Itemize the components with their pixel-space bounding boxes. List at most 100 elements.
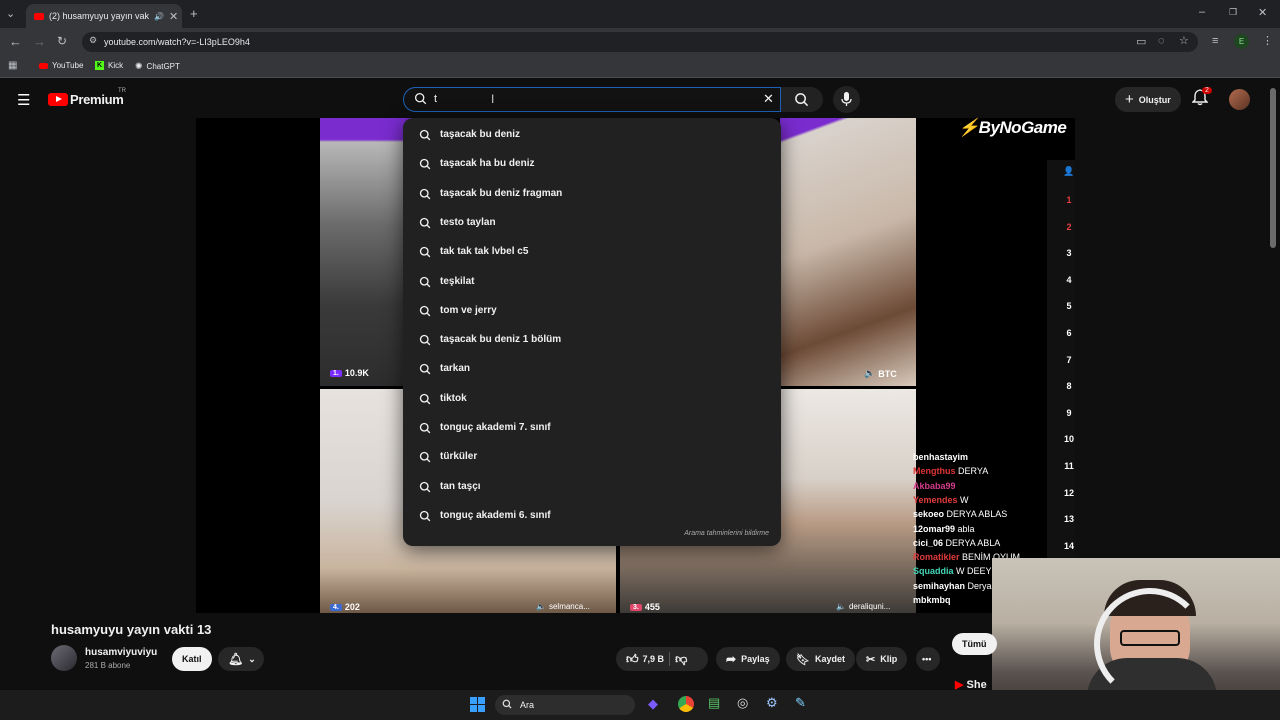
address-bar[interactable]: ⚙ youtube.com/watch?v=-LI3pLEO9h4 ▭ ◌ ☆ (82, 32, 1198, 52)
create-button[interactable]: + Oluştur (1115, 87, 1181, 112)
rank-number: 4 (1066, 274, 1072, 285)
steam-icon[interactable]: ⚙ (766, 695, 778, 711)
voice-search-button[interactable] (833, 86, 860, 113)
join-button[interactable]: Katıl (172, 647, 212, 671)
cast-icon[interactable]: ▭ (1136, 35, 1146, 48)
obs-icon[interactable]: ◎ (737, 695, 748, 711)
chat-text: abla (957, 523, 975, 534)
windows-start-icon[interactable] (470, 697, 485, 712)
rank-number: 5 (1066, 301, 1072, 312)
profile-avatar[interactable]: E (1234, 34, 1249, 49)
channel-avatar[interactable] (51, 645, 77, 671)
cam3-name-badge: 🔈 selmanca... (536, 602, 590, 611)
clear-search-icon[interactable]: ✕ (763, 91, 774, 107)
browser-tab[interactable]: (2) husamyuyu yayın vakti 1 🔊 ✕ (26, 4, 182, 28)
tab-close-icon[interactable]: ✕ (169, 10, 178, 23)
clip-button[interactable]: ✂ Klip (856, 647, 908, 671)
reading-list-icon[interactable]: ≡ (1212, 35, 1218, 47)
suggestion-text: tiktok (440, 392, 467, 404)
tab-search-icon[interactable]: ⌄ (6, 7, 15, 20)
cam1-viewer-badge: 1. 10.9K (330, 368, 369, 378)
chat-username: Squaddia (913, 566, 954, 577)
window-close-icon[interactable]: ✕ (1258, 6, 1267, 19)
suggestion-item[interactable]: taşacak bu deniz fragman (403, 179, 781, 208)
file-app-icon[interactable]: ▤ (708, 695, 720, 711)
suggestion-text: tak tak tak lvbel c5 (440, 246, 529, 258)
chat-message: mbkmbq (913, 595, 951, 605)
taskbar-search-icon (502, 699, 512, 711)
chat-username: cici_06 (913, 537, 944, 548)
search-button[interactable] (781, 87, 823, 112)
reload-icon[interactable]: ↻ (57, 34, 67, 48)
search-icon (419, 276, 431, 291)
bookmark-star-icon[interactable]: ☆ (1179, 34, 1189, 47)
cam3-rank: 4. (330, 603, 342, 611)
rank-number: 8 (1066, 381, 1072, 392)
chip-all[interactable]: Tümü (952, 633, 997, 655)
bookmark-kick[interactable]: K Kick (95, 61, 123, 70)
share-button[interactable]: ➦ Paylaş (716, 647, 780, 671)
chrome-taskbar-icon[interactable] (678, 696, 694, 712)
more-actions-button[interactable]: ••• (916, 647, 940, 671)
bynogame-overlay: ⚡ByNoGame (958, 118, 1067, 138)
bookmark-youtube[interactable]: YouTube (39, 61, 83, 70)
thumbs-down-icon[interactable]: 👎︎ (675, 652, 687, 667)
copilot-icon[interactable]: ◆ (648, 696, 658, 712)
suggestion-item[interactable]: tan taşçı (403, 472, 781, 501)
windows-taskbar: Ara ◆ ▤ ◎ ⚙ ✎ (0, 690, 1280, 720)
chevron-down-icon: ⌄ (248, 653, 256, 664)
chat-message: semihayhan Derya (913, 581, 992, 591)
video-title: husamyuyu yayın vakti 13 (51, 622, 212, 637)
suggestion-item[interactable]: taşacak bu deniz (403, 120, 781, 149)
speaker-icon[interactable]: 🔊 (154, 12, 164, 21)
account-avatar[interactable] (1229, 89, 1250, 110)
bookmark-label: ChatGPT (146, 62, 180, 71)
search-suggestions-dropdown: taşacak bu deniz taşacak ha bu deniz taşac… (403, 118, 781, 546)
bookmark-label: YouTube (52, 61, 84, 70)
search-icon (419, 217, 431, 232)
search-input[interactable]: t (434, 93, 437, 105)
chat-message: 12omar99 abla (913, 524, 975, 534)
channel-name[interactable]: husamviyuviyu (85, 647, 157, 658)
volume-icon: 🔈 (836, 602, 846, 611)
taskbar-search-label: Ara (520, 700, 535, 710)
new-tab-icon[interactable]: + (190, 6, 198, 21)
minimize-icon[interactable]: – (1199, 6, 1205, 18)
chat-message: benhastayim (913, 452, 968, 462)
apps-grid-icon[interactable]: ▦ (8, 60, 17, 71)
suggestion-item[interactable]: tarkan (403, 354, 781, 383)
suggestion-item[interactable]: tonguç akademi 6. sınıf (403, 501, 781, 530)
search-box[interactable]: t I ✕ (403, 87, 781, 112)
suggestion-item[interactable]: tak tak tak lvbel c5 (403, 237, 781, 266)
page-scrollbar[interactable] (1270, 88, 1276, 248)
back-icon[interactable]: ← (9, 34, 22, 49)
subscribe-notification-button[interactable]: 🔔︎ ⌄ (218, 647, 264, 671)
suggestion-item[interactable]: türküler (403, 442, 781, 471)
hamburger-menu-icon[interactable]: ☰ (17, 91, 30, 109)
suggestion-item[interactable]: taşacak bu deniz 1 bölüm (403, 325, 781, 354)
chrome-menu-icon[interactable]: ⋮ (1262, 34, 1273, 47)
bynogame-logo-icon: ⚡ (958, 118, 979, 137)
forward-icon[interactable]: → (33, 34, 46, 49)
app-icon[interactable]: ✎ (795, 695, 806, 711)
suggestion-item[interactable]: teşkilat (403, 267, 781, 296)
suggestion-item[interactable]: taşacak ha bu deniz (403, 149, 781, 178)
suggestion-item[interactable]: testo taylan (403, 208, 781, 237)
suggestion-item[interactable]: tom ve jerry (403, 296, 781, 325)
like-button[interactable]: 👍︎ 7,9 B (626, 652, 664, 667)
youtube-premium-logo[interactable]: Premium TR (48, 88, 138, 112)
share-icon: ➦ (726, 652, 737, 666)
suggestion-item[interactable]: tonguç akademi 7. sınıf (403, 413, 781, 442)
save-button[interactable]: 🔖︎ Kaydet (786, 647, 855, 671)
bookmark-chatgpt[interactable]: ✺ ChatGPT (135, 61, 180, 72)
cam4-viewer-badge: 3. 455 (630, 602, 660, 612)
eye-off-icon[interactable]: ◌ (1158, 35, 1165, 47)
suggestion-item[interactable]: tiktok (403, 384, 781, 413)
search-icon (419, 481, 431, 496)
taskbar-search[interactable]: Ara (495, 695, 635, 715)
notifications-button[interactable]: 2 (1191, 87, 1212, 109)
report-predictions-link[interactable]: Arama tahminlerini bildirme (684, 530, 769, 537)
restore-icon[interactable]: ❐ (1229, 7, 1237, 18)
site-info-icon[interactable]: ⚙ (89, 35, 97, 46)
volume-icon: 🔈 (536, 602, 546, 611)
